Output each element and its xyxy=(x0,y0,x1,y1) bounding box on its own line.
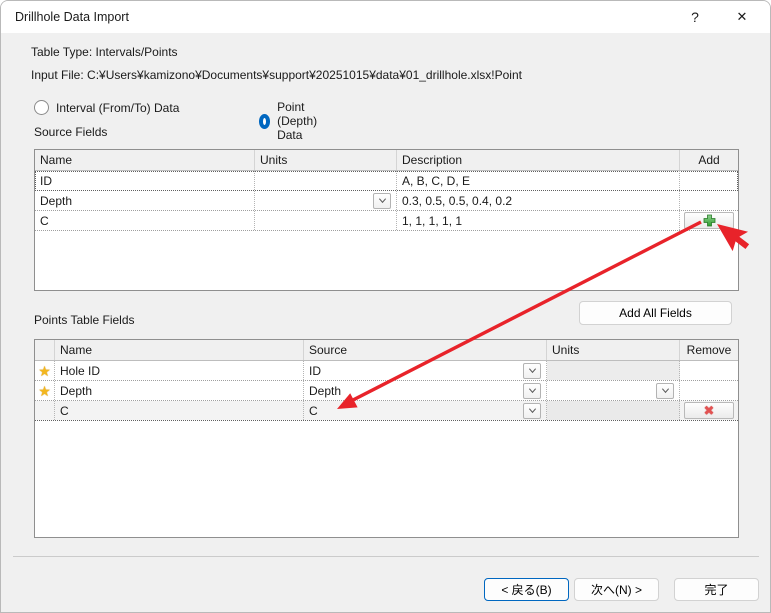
table-type-radio-group: Interval (From/To) Data Point (Depth) Da… xyxy=(34,100,179,115)
chevron-down-icon xyxy=(528,386,537,395)
name-cell[interactable]: Depth xyxy=(55,381,304,400)
table-type-label: Table Type: Intervals/Points xyxy=(31,45,178,59)
radio-selected-icon xyxy=(259,114,270,129)
radio-unselected-icon xyxy=(34,100,49,115)
name-cell[interactable]: Depth xyxy=(35,191,255,210)
star-icon: ★ xyxy=(38,364,51,378)
back-button-label: < 戻る(B) xyxy=(501,581,551,598)
input-file-label: Input File: C:¥Users¥kamizono¥Documents¥… xyxy=(31,68,522,82)
next-button[interactable]: 次へ(N) > xyxy=(574,578,659,601)
table-row[interactable]: C C ✖ xyxy=(35,401,738,421)
units-cell xyxy=(547,401,680,420)
finish-button-label: 完了 xyxy=(704,581,728,598)
chevron-down-icon xyxy=(528,366,537,375)
remove-cell xyxy=(680,381,738,400)
window-title: Drillhole Data Import xyxy=(15,10,129,24)
add-all-fields-label: Add All Fields xyxy=(619,306,692,320)
source-cell[interactable]: C xyxy=(304,401,547,420)
description-cell: A, B, C, D, E xyxy=(397,171,680,190)
source-dropdown-button[interactable] xyxy=(523,403,541,419)
close-button[interactable]: ✕ xyxy=(722,1,762,33)
radio-interval-label: Interval (From/To) Data xyxy=(56,101,179,115)
remove-cell xyxy=(680,361,738,380)
name-cell[interactable]: ID xyxy=(35,171,255,190)
star-icon: ★ xyxy=(38,384,51,398)
title-bar[interactable]: Drillhole Data Import ? ✕ xyxy=(1,1,770,33)
required-cell: ★ xyxy=(35,361,55,380)
radio-point-label: Point (Depth) Data xyxy=(277,100,321,142)
description-cell: 0.3, 0.5, 0.5, 0.4, 0.2 xyxy=(397,191,680,210)
table-row[interactable]: ★ Depth Depth xyxy=(35,381,738,401)
plus-icon xyxy=(703,214,716,227)
units-dropdown-button[interactable] xyxy=(373,193,391,209)
next-button-label: 次へ(N) > xyxy=(591,581,642,598)
required-cell: ★ xyxy=(35,381,55,400)
remove-field-button[interactable]: ✖ xyxy=(684,402,734,419)
source-fields-label: Source Fields xyxy=(34,125,107,139)
remove-x-icon: ✖ xyxy=(704,404,715,417)
add-cell xyxy=(680,171,738,190)
units-cell[interactable] xyxy=(255,191,397,210)
table-row[interactable]: ★ Hole ID ID xyxy=(35,361,738,381)
add-field-button[interactable] xyxy=(684,212,734,229)
add-all-fields-button[interactable]: Add All Fields xyxy=(579,301,732,325)
source-dropdown-button[interactable] xyxy=(523,363,541,379)
column-header-units: Units xyxy=(547,340,680,360)
column-header-add: Add xyxy=(680,150,738,170)
column-header-units: Units xyxy=(255,150,397,170)
help-icon: ? xyxy=(691,9,699,25)
table-row[interactable]: ID A, B, C, D, E xyxy=(35,171,738,191)
source-fields-table: Name Units Description Add ID A, B, C, D… xyxy=(34,149,739,291)
chevron-down-icon xyxy=(661,386,670,395)
column-header-marker xyxy=(35,340,55,360)
points-table-header: Name Source Units Remove xyxy=(35,340,738,361)
units-cell[interactable] xyxy=(547,381,680,400)
required-cell xyxy=(35,401,55,420)
units-cell xyxy=(547,361,680,380)
remove-cell: ✖ xyxy=(680,401,738,420)
finish-button[interactable]: 完了 xyxy=(674,578,759,601)
column-header-remove: Remove xyxy=(680,340,738,360)
radio-interval-data[interactable]: Interval (From/To) Data xyxy=(34,100,179,115)
back-button[interactable]: < 戻る(B) xyxy=(484,578,569,601)
chevron-down-icon xyxy=(378,196,387,205)
close-icon: ✕ xyxy=(737,9,748,25)
points-table: Name Source Units Remove ★ Hole ID ID ★ … xyxy=(34,339,739,538)
column-header-name: Name xyxy=(55,340,304,360)
units-dropdown-button[interactable] xyxy=(656,383,674,399)
radio-point-data[interactable]: Point (Depth) Data xyxy=(259,100,321,142)
source-value: Depth xyxy=(309,384,341,398)
footer-divider xyxy=(13,556,759,557)
source-fields-header: Name Units Description Add xyxy=(35,150,738,171)
source-cell[interactable]: ID xyxy=(304,361,547,380)
source-value: ID xyxy=(309,364,321,378)
help-button[interactable]: ? xyxy=(675,1,715,33)
table-row[interactable]: C 1, 1, 1, 1, 1 xyxy=(35,211,738,231)
column-header-source: Source xyxy=(304,340,547,360)
units-cell[interactable] xyxy=(255,211,397,230)
source-dropdown-button[interactable] xyxy=(523,383,541,399)
column-header-description: Description xyxy=(397,150,680,170)
add-cell xyxy=(680,191,738,210)
description-cell: 1, 1, 1, 1, 1 xyxy=(397,211,680,230)
source-cell[interactable]: Depth xyxy=(304,381,547,400)
name-cell[interactable]: Hole ID xyxy=(55,361,304,380)
name-cell[interactable]: C xyxy=(55,401,304,420)
table-row[interactable]: Depth 0.3, 0.5, 0.5, 0.4, 0.2 xyxy=(35,191,738,211)
chevron-down-icon xyxy=(528,406,537,415)
column-header-name: Name xyxy=(35,150,255,170)
points-table-fields-label: Points Table Fields xyxy=(34,313,135,327)
units-cell[interactable] xyxy=(255,171,397,190)
drillhole-data-import-dialog: Drillhole Data Import ? ✕ Table Type: In… xyxy=(0,0,771,613)
add-cell xyxy=(680,211,738,230)
source-value: C xyxy=(309,404,318,418)
name-cell[interactable]: C xyxy=(35,211,255,230)
